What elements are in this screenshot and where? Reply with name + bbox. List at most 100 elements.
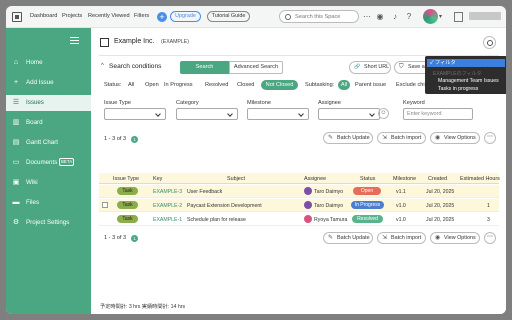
sidebar-item-wiki[interactable]: ▣ Wiki — [6, 175, 91, 191]
sidebar-item-home[interactable]: ⌂ Home — [6, 55, 91, 71]
status-option-all[interactable]: All — [128, 82, 134, 88]
notification-bell-icon[interactable]: ♪ — [390, 12, 400, 22]
table-row[interactable]: Task EXAMPLE-2 Paycast Extension Develop… — [99, 199, 499, 212]
row-checkbox[interactable] — [102, 202, 108, 208]
column-status[interactable]: Status — [360, 176, 375, 182]
keyword-input[interactable]: Enter keyword — [403, 108, 473, 120]
eye-icon: ◉ — [435, 235, 441, 241]
batch-import-button[interactable]: ⇲ Batch import — [377, 132, 426, 144]
table-row[interactable]: Task EXAMPLE-3 User Feedback Taro Daimyo… — [99, 185, 499, 198]
more-menu-icon[interactable]: ⋯ — [362, 12, 372, 22]
add-icon: + — [13, 79, 19, 86]
status-option-resolved[interactable]: Resolved — [205, 82, 228, 88]
assignee-select[interactable] — [318, 108, 380, 120]
column-issue-type[interactable]: Issue Type — [113, 176, 139, 182]
result-count: 1 - 3 of 3 — [104, 235, 127, 241]
status-option-closed[interactable]: Closed — [237, 82, 254, 88]
column-estimated-hours[interactable]: Estimated Hours — [460, 176, 500, 182]
issue-key[interactable]: EXAMPLE-2 — [153, 203, 182, 209]
sidebar-item-files[interactable]: ▬ Files — [6, 195, 91, 211]
page-badge[interactable]: 1 — [131, 235, 138, 242]
view-options-button[interactable]: ◉ View Options — [430, 132, 480, 144]
issue-type-badge: Task — [117, 201, 138, 209]
issue-subject[interactable]: Paycast Extension Development — [187, 203, 262, 209]
issue-type-label: Issue Type — [104, 100, 131, 106]
page-badge[interactable]: 1 — [131, 136, 138, 143]
subtasking-option-all[interactable]: All — [338, 80, 350, 90]
space-icon[interactable] — [454, 12, 463, 22]
list-icon: ☰ — [12, 99, 20, 106]
search-conditions-title[interactable]: Search conditions — [109, 63, 161, 70]
status-option-in-progress[interactable]: In Progress — [164, 82, 193, 88]
status-option-open[interactable]: Open — [145, 82, 159, 88]
table-row[interactable]: Task EXAMPLE-1 Schedule plan for release… — [99, 213, 499, 226]
column-key[interactable]: Key — [153, 176, 162, 182]
issue-assignee: Ryoya Tamura — [314, 217, 348, 223]
status-badge: Resolved — [352, 215, 383, 223]
hamburger-icon[interactable] — [70, 37, 79, 44]
avatar — [304, 215, 312, 223]
column-assignee[interactable]: Assignee — [304, 176, 326, 182]
help-icon[interactable]: ? — [404, 12, 414, 22]
app-logo-icon[interactable] — [12, 12, 22, 22]
project-key: (EXAMPLE) — [161, 39, 189, 45]
sidebar: ⌂ Home + Add Issue ☰ Issues ▥ Board ▤ Ga… — [6, 28, 91, 314]
tutorial-guide-button[interactable]: Tutorial Guide — [207, 11, 250, 22]
batch-import-button[interactable]: ⇲ Batch import — [377, 232, 426, 244]
nav-recently-viewed[interactable]: Recently Viewed — [88, 13, 130, 19]
sidebar-item-issues[interactable]: ☰ Issues — [6, 95, 91, 111]
more-options-icon[interactable]: ⋯ — [484, 232, 496, 244]
subtasking-label: Subtasking: — [305, 82, 335, 88]
issue-type-select[interactable] — [104, 108, 166, 120]
nav-projects[interactable]: Projects — [62, 13, 82, 19]
batch-update-button[interactable]: ✎ Batch Update — [323, 132, 373, 144]
sidebar-item-project-settings[interactable]: ⚙ Project Settings — [6, 215, 91, 231]
space-search-input[interactable]: Search this Space — [279, 10, 359, 23]
more-options-icon[interactable]: ⋯ — [484, 132, 496, 144]
sidebar-item-board[interactable]: ▥ Board — [6, 115, 91, 131]
short-url-button[interactable]: Short URL — [349, 61, 391, 74]
issue-milestone: v1.0 — [396, 203, 406, 209]
top-bar: Dashboard Projects Recently Viewed Filte… — [6, 6, 506, 28]
sidebar-item-documents[interactable]: ▭ Documents BETA — [6, 155, 91, 171]
nav-filters[interactable]: Filters — [134, 13, 149, 19]
sidebar-item-label: Files — [26, 199, 40, 206]
column-created[interactable]: Created — [428, 176, 447, 182]
sidebar-item-add-issue[interactable]: + Add Issue — [6, 75, 91, 91]
issue-subject[interactable]: Schedule plan for release — [187, 217, 246, 223]
pencil-icon: ✎ — [328, 135, 334, 141]
user-avatar[interactable] — [423, 9, 438, 24]
milestone-select[interactable] — [247, 108, 309, 120]
nav-dashboard[interactable]: Dashboard — [30, 13, 57, 19]
column-milestone[interactable]: Milestone — [393, 176, 416, 182]
dropdown-selected-option[interactable]: ✓ フィルタ — [427, 59, 505, 67]
advanced-search-tab[interactable]: Advanced Search — [229, 61, 283, 74]
category-select[interactable] — [176, 108, 238, 120]
sidebar-item-gantt-chart[interactable]: ▤ Gantt Chart — [6, 135, 91, 151]
keyword-label: Keyword — [403, 100, 425, 106]
person-icon[interactable]: ☺ — [378, 108, 389, 119]
upgrade-button[interactable]: Upgrade — [170, 11, 201, 22]
issue-subject[interactable]: User Feedback — [187, 189, 222, 195]
status-option-not-closed[interactable]: Not Closed — [261, 80, 298, 90]
chevron-up-icon[interactable]: ^ — [101, 63, 104, 69]
project-title[interactable]: Example Inc. — [114, 38, 154, 45]
subtasking-option-parent[interactable]: Parent issue — [355, 82, 386, 88]
import-icon: ⇲ — [382, 135, 388, 141]
zoom-icon[interactable] — [483, 36, 496, 49]
sidebar-item-label: Add Issue — [26, 79, 54, 86]
batch-update-button[interactable]: ✎ Batch Update — [323, 232, 373, 244]
view-options-button[interactable]: ◉ View Options — [430, 232, 480, 244]
sidebar-item-label: Documents — [26, 159, 58, 166]
sidebar-item-label: Issues — [26, 99, 44, 106]
add-icon[interactable]: + — [157, 12, 167, 22]
chevron-down-icon[interactable]: ▾ — [439, 13, 442, 20]
subtasking-option-exclude[interactable]: Exclude chi — [396, 82, 425, 88]
watch-icon[interactable]: ◉ — [375, 12, 385, 22]
issue-key[interactable]: EXAMPLE-3 — [153, 189, 182, 195]
column-subject[interactable]: Subject — [227, 176, 245, 182]
search-tab[interactable]: Search — [180, 61, 229, 74]
issue-key[interactable]: EXAMPLE-1 — [153, 217, 182, 223]
save-as-button[interactable]: Save as — [394, 61, 426, 74]
space-name[interactable] — [469, 12, 501, 20]
